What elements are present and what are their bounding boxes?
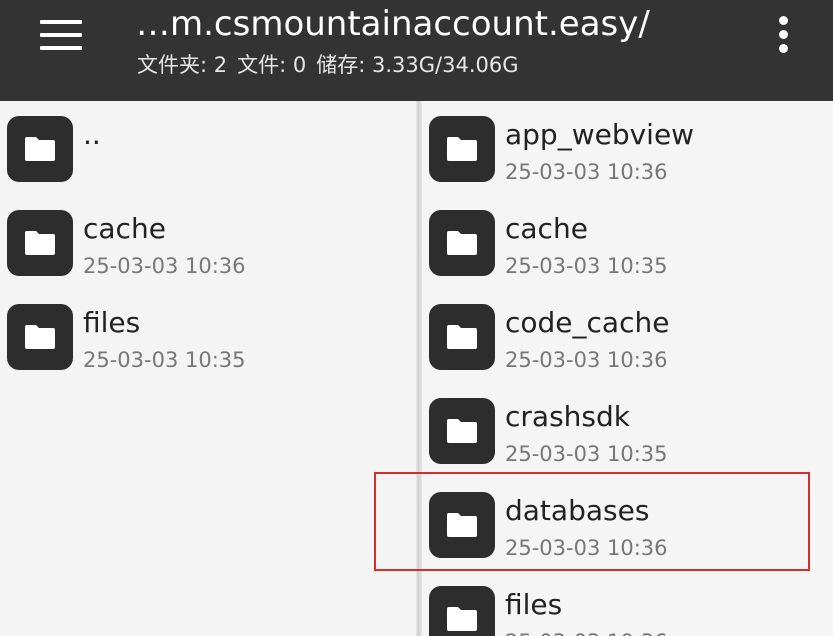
file-name: .. xyxy=(83,118,101,151)
list-item[interactable]: cache 25-03-03 10:35 xyxy=(422,197,833,291)
file-name: databases xyxy=(505,494,650,527)
folder-count: 文件夹: 2 xyxy=(137,53,228,77)
file-name: cache xyxy=(83,212,166,245)
file-name: files xyxy=(83,306,141,339)
file-name: app_webview xyxy=(505,118,695,151)
folder-icon xyxy=(7,304,73,370)
file-date: 25-03-03 10:35 xyxy=(505,442,668,466)
folder-icon xyxy=(429,210,495,276)
folder-icon xyxy=(429,586,495,636)
folder-icon xyxy=(429,116,495,182)
file-date: 25-03-03 10:36 xyxy=(505,628,668,636)
left-file-pane: .. cache 25-03-03 10:36 files 25-03-03 1… xyxy=(0,101,416,636)
list-item[interactable]: files 25-03-03 10:35 xyxy=(0,291,416,385)
file-name: code_cache xyxy=(505,306,670,339)
file-date: 25-03-03 10:35 xyxy=(505,254,668,278)
folder-icon xyxy=(7,210,73,276)
file-date: 25-03-03 10:36 xyxy=(505,348,668,372)
folder-icon xyxy=(429,304,495,370)
file-date: 25-03-03 10:36 xyxy=(505,160,668,184)
file-count: 文件: 0 xyxy=(237,53,307,77)
list-item[interactable]: crashsdk 25-03-03 10:35 xyxy=(422,385,833,479)
file-name: files xyxy=(505,588,563,621)
file-name: cache xyxy=(505,212,588,245)
list-item[interactable]: code_cache 25-03-03 10:36 xyxy=(422,291,833,385)
folder-icon xyxy=(7,116,73,182)
directory-summary: 文件夹: 2 文件: 0 储存: 3.33G/34.06G xyxy=(137,50,737,80)
file-date: 25-03-03 10:36 xyxy=(83,254,246,278)
file-name: crashsdk xyxy=(505,400,630,433)
file-date: 25-03-03 10:35 xyxy=(83,348,246,372)
current-path-title: …m.csmountainaccount.easy/ xyxy=(136,4,650,44)
hamburger-menu-icon[interactable] xyxy=(34,18,90,58)
list-item[interactable]: files 25-03-03 10:36 xyxy=(422,573,833,636)
folder-icon xyxy=(429,398,495,464)
list-item[interactable]: app_webview 25-03-03 10:36 xyxy=(422,103,833,197)
list-item-databases[interactable]: databases 25-03-03 10:36 xyxy=(422,479,833,573)
top-app-bar: …m.csmountainaccount.easy/ 文件夹: 2 文件: 0 储存… xyxy=(0,0,833,101)
parent-directory-item[interactable]: .. xyxy=(0,103,416,197)
more-vertical-icon[interactable] xyxy=(772,14,796,58)
folder-icon xyxy=(429,492,495,558)
file-date: 25-03-03 10:36 xyxy=(505,536,668,560)
right-file-pane: app_webview 25-03-03 10:36 cache 25-03-0… xyxy=(422,101,833,636)
list-item[interactable]: cache 25-03-03 10:36 xyxy=(0,197,416,291)
storage-usage: 储存: 3.33G/34.06G xyxy=(316,53,519,77)
